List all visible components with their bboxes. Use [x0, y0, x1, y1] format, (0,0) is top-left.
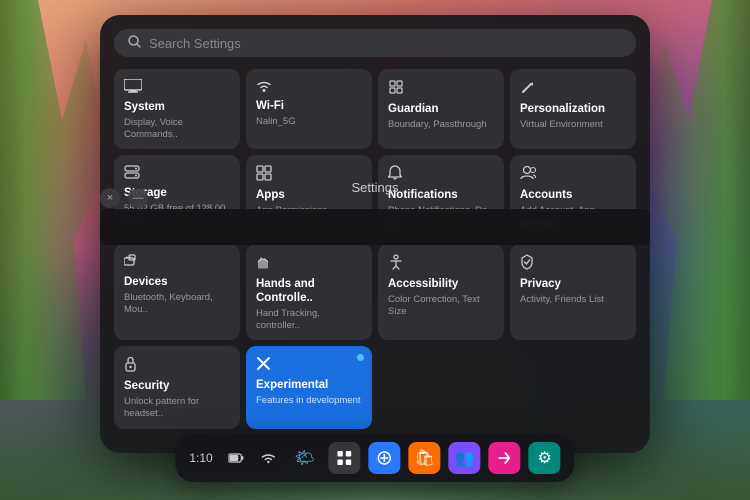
settings-gear-button[interactable]: ⚙ [529, 442, 561, 474]
address-bar [100, 209, 650, 245]
window-title: Settings [352, 180, 399, 195]
apps-grid-icon[interactable] [329, 442, 361, 474]
store-button[interactable]: 🛍 [409, 442, 441, 474]
taskbar: 1:10 🌤 🛍 👥 ⚙ [175, 434, 574, 482]
hands-icon [256, 254, 362, 274]
settings-item-devices[interactable]: Devices Bluetooth, Keyboard, Mou.. [114, 244, 240, 340]
settings-item-security[interactable]: Security Unlock pattern for headset.. [114, 346, 240, 428]
wifi-title: Wi-Fi [256, 100, 362, 114]
search-icon [128, 35, 141, 51]
personalization-icon [520, 79, 626, 99]
guardian-icon [388, 79, 494, 99]
personalization-subtitle: Virtual Environment [520, 119, 626, 131]
accessibility-icon [388, 254, 494, 274]
security-title: Security [124, 380, 230, 394]
settings-grid: System Display, Voice Commands.. Wi-Fi Nali… [114, 69, 636, 429]
taskbar-time: 1:10 [189, 451, 212, 465]
settings-item-hands[interactable]: Hands and Controlle..Hand Tracking, cont… [246, 244, 372, 340]
search-placeholder: Search Settings [149, 36, 241, 51]
system-title: System [124, 101, 230, 115]
settings-item-system[interactable]: System Display, Voice Commands.. [114, 69, 240, 149]
devices-subtitle: Bluetooth, Keyboard, Mou.. [124, 292, 230, 317]
settings-item-privacy[interactable]: Privacy Activity, Friends List [510, 244, 636, 340]
experimental-icon [256, 356, 362, 375]
guardian-subtitle: Boundary, Passthrough [388, 119, 494, 131]
personalization-title: Personalization [520, 103, 626, 117]
share-button[interactable] [489, 442, 521, 474]
experimental-title: Experimental [256, 379, 362, 393]
guardian-title: Guardian [388, 103, 494, 117]
privacy-subtitle: Activity, Friends List [520, 294, 626, 306]
settings-item-wifi[interactable]: Wi-Fi Nalin_5G [246, 69, 372, 149]
experimental-subtitle: Features in development [256, 395, 362, 407]
people-button[interactable]: 👥 [449, 442, 481, 474]
security-subtitle: Unlock pattern for headset.. [124, 396, 230, 421]
settings-item-guardian[interactable]: Guardian Boundary, Passthrough [378, 69, 504, 149]
battery-icon [225, 446, 249, 470]
accessibility-title: Accessibility [388, 278, 494, 292]
settings-item-personalization[interactable]: Personalization Virtual Environment [510, 69, 636, 149]
wifi-icon [257, 446, 281, 470]
wifi-subtitle: Nalin_5G [256, 116, 362, 128]
search-bar[interactable]: Search Settings [114, 29, 636, 57]
hands-subtitle: Hand Tracking, controller.. [256, 308, 362, 333]
wifi-icon [256, 79, 362, 96]
accessibility-subtitle: Color Correction, Text Size [388, 294, 494, 319]
settings-label-bar: Settings [100, 180, 650, 195]
security-icon [124, 356, 230, 376]
passthrough-button[interactable] [369, 442, 401, 474]
hands-title: Hands and Controlle.. [256, 278, 362, 306]
privacy-icon [520, 254, 626, 274]
privacy-title: Privacy [520, 278, 626, 292]
weather-icon: 🌤 [289, 442, 321, 474]
notification-dot [357, 354, 364, 361]
system-icon [124, 79, 230, 97]
system-subtitle: Display, Voice Commands.. [124, 117, 230, 142]
settings-item-experimental[interactable]: Experimental Features in development [246, 346, 372, 428]
devices-title: Devices [124, 276, 230, 290]
devices-icon [124, 254, 230, 272]
settings-item-accessibility[interactable]: Accessibility Color Correction, Text Size [378, 244, 504, 340]
